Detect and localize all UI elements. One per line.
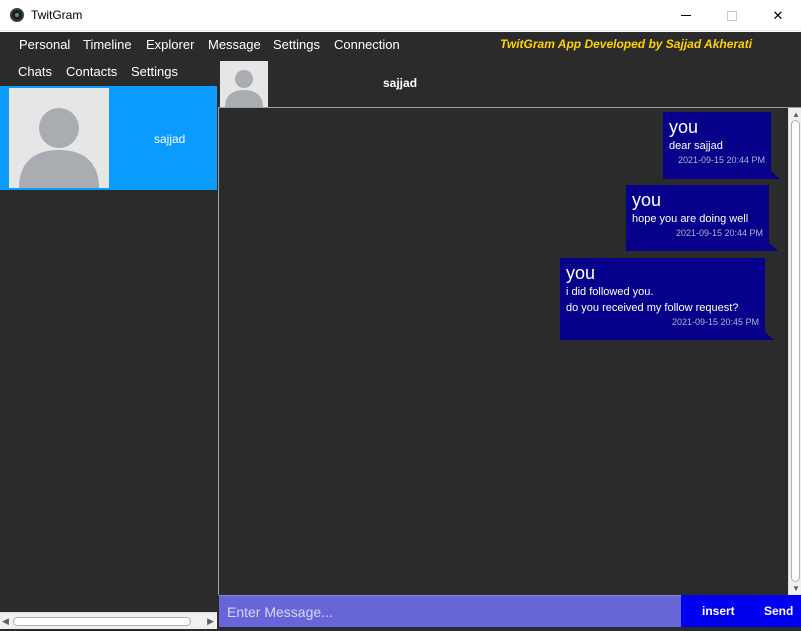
menu-bar: Personal Timeline Explorer Message Setti… [0, 32, 801, 58]
scroll-left-icon[interactable]: ◀ [2, 616, 9, 627]
scroll-right-icon[interactable]: ▶ [207, 616, 214, 627]
message-bubble: you hope you are doing well 2021-09-15 2… [626, 185, 778, 251]
default-avatar-icon [9, 88, 109, 188]
menu-item-explorer[interactable]: Explorer [146, 37, 194, 52]
close-button[interactable]: ✕ [755, 0, 801, 31]
sidebar: Chats Contacts Settings sajjad ◀ ▶ [0, 58, 218, 631]
send-button[interactable]: Send [764, 604, 793, 618]
scrollbar-thumb[interactable] [13, 617, 191, 626]
avatar [9, 88, 109, 188]
menu-item-personal[interactable]: Personal [19, 37, 70, 52]
tab-settings[interactable]: Settings [131, 64, 178, 79]
minimize-icon [681, 15, 691, 16]
vertical-scrollbar[interactable]: ▲ ▼ [788, 108, 801, 595]
tab-chats[interactable]: Chats [18, 64, 52, 79]
app-icon [10, 8, 24, 22]
message-text: i did followed you. do you received my f… [566, 286, 739, 314]
title-bar: TwitGram ✕ [0, 0, 801, 31]
tab-contacts[interactable]: Contacts [66, 64, 117, 79]
minimize-button[interactable] [663, 0, 709, 31]
chat-header: sajjad [218, 58, 801, 108]
chat-avatar [220, 61, 268, 107]
chat-contact-name: sajjad [383, 76, 418, 90]
maximize-icon [727, 10, 737, 21]
contact-name: sajjad [154, 132, 186, 146]
scroll-up-icon[interactable]: ▲ [792, 110, 800, 119]
window-title: TwitGram [31, 8, 83, 22]
contact-item-sajjad[interactable]: sajjad [0, 86, 217, 190]
menu-item-message[interactable]: Message [208, 37, 261, 52]
message-timestamp: 2021-09-15 20:45 PM [671, 317, 759, 327]
menu-item-timeline[interactable]: Timeline [83, 37, 132, 52]
brand-caption: TwitGram App Developed by Sajjad Akherat… [500, 37, 753, 51]
maximize-button[interactable] [709, 0, 755, 31]
message-timestamp: 2021-09-15 20:44 PM [675, 228, 763, 238]
default-avatar-icon [220, 61, 268, 107]
scroll-down-icon[interactable]: ▼ [792, 584, 800, 593]
scrollbar-thumb[interactable] [791, 120, 800, 582]
horizontal-scrollbar[interactable]: ◀ ▶ [0, 612, 217, 629]
message-sender: you [669, 117, 699, 137]
message-sender: you [632, 190, 662, 210]
menu-item-settings[interactable]: Settings [273, 37, 320, 52]
composer: insert Send [218, 595, 801, 631]
message-timestamp: 2021-09-15 20:44 PM [677, 155, 765, 165]
message-text: dear sajjad [669, 140, 723, 152]
message-input[interactable] [219, 595, 681, 627]
insert-button[interactable]: insert [702, 604, 735, 618]
menu-item-connection[interactable]: Connection [334, 37, 400, 52]
message-bubble: you i did followed you. do you received … [560, 258, 774, 340]
composer-actions: insert Send [681, 595, 801, 627]
message-text: hope you are doing well [632, 213, 749, 225]
message-bubble: you dear sajjad 2021-09-15 20:44 PM [663, 112, 780, 179]
message-list: you dear sajjad 2021-09-15 20:44 PM you … [218, 108, 801, 595]
close-icon: ✕ [772, 7, 784, 23]
message-sender: you [566, 263, 596, 283]
